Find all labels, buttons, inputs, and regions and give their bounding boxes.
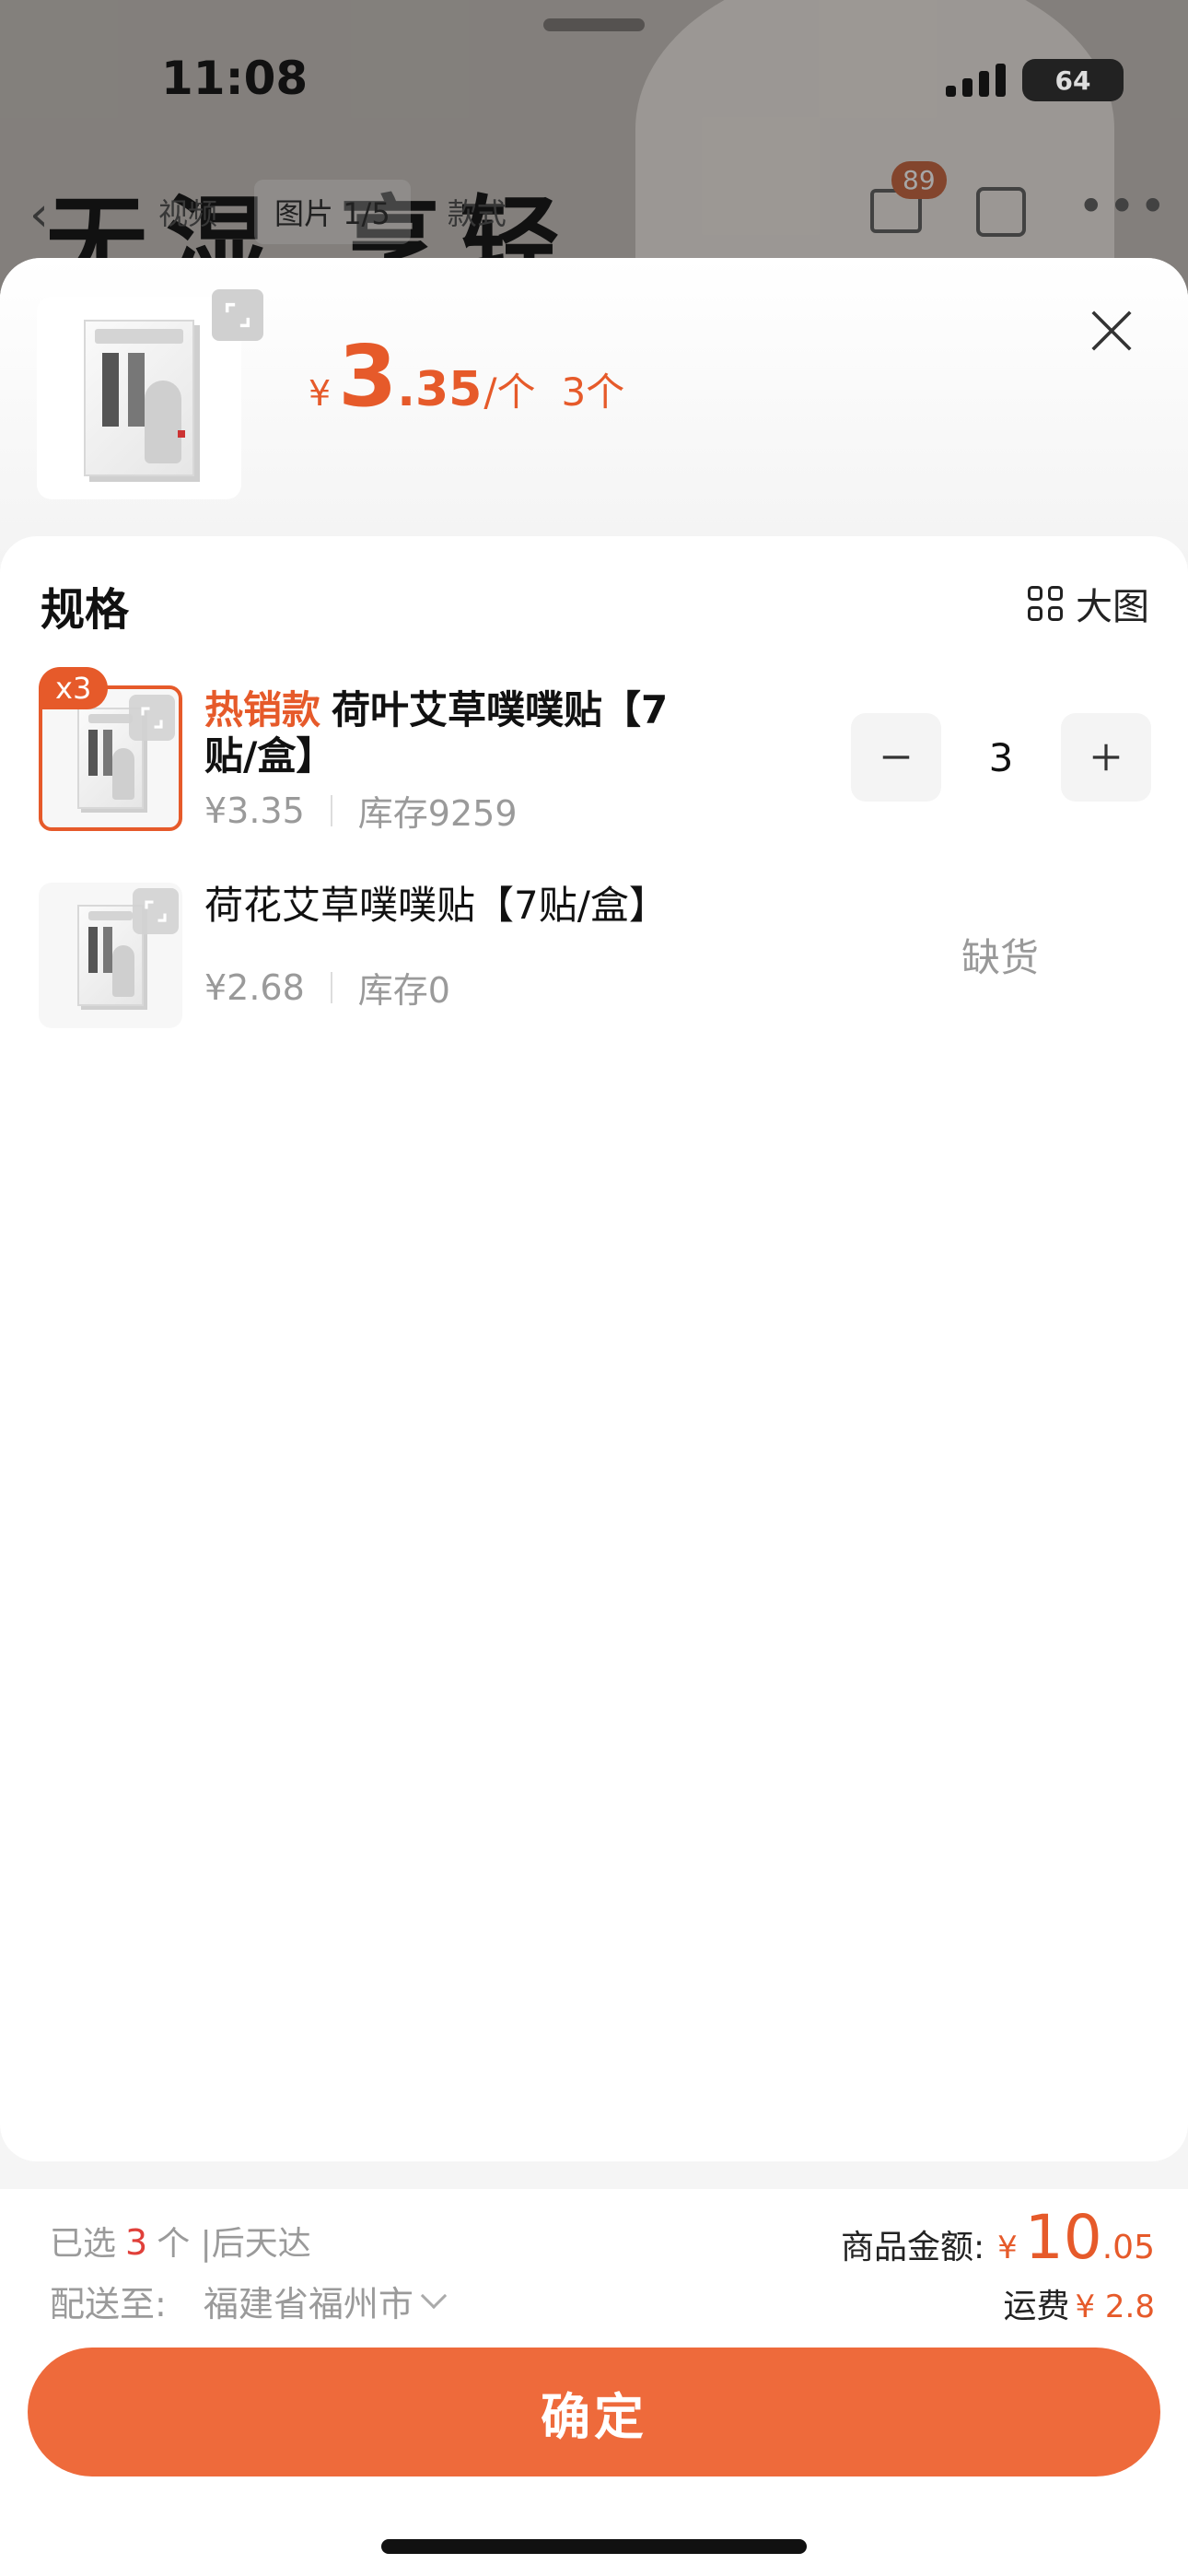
address-value: 福建省福州市 <box>203 2284 413 2324</box>
increase-button[interactable] <box>1061 713 1151 802</box>
status-icons: 64 <box>946 59 1124 101</box>
quantity-badge: x3 <box>39 667 109 709</box>
total-integer: 10 <box>1024 2202 1102 2273</box>
shipping-value: ¥ 2.8 <box>1075 2289 1155 2325</box>
product-box-image <box>84 320 194 476</box>
checkout-footer: 已选 3 个 |后天达 配送至: 福建省福州市 商品金额: ¥ 10 .05 运费 … <box>0 2189 1188 2576</box>
spec-option-lotus-flower[interactable]: 荷花艾草噗噗贴【7贴/盒】 ¥2.68 库存0 缺货 <box>37 883 1151 1030</box>
unit-price: ¥ 3 .35 /个 3个 <box>309 327 624 426</box>
option-name: 热销款 荷叶艾草噗噗贴【7贴/盒】 <box>204 687 683 779</box>
decrease-button[interactable] <box>851 713 941 802</box>
ship-to-label: 配送至: <box>50 2284 167 2324</box>
spec-option-lotus-leaf[interactable]: x3 热销款 荷叶艾草噗噗贴【7贴/盒】 ¥3.35 库存9259 3 <box>37 667 1151 836</box>
selected-product-thumbnail[interactable] <box>37 289 263 499</box>
spec-panel: 规格 大图 x3 热销款 荷叶艾草噗噗贴【7贴/盒】 ¥3.35 库存9259 … <box>0 536 1188 2161</box>
signal-icon <box>946 64 1006 97</box>
option-price: ¥2.68 <box>204 966 305 1008</box>
status-time: 11:08 <box>161 52 309 105</box>
price-decimal: .35 <box>397 362 483 417</box>
selected-summary: 已选 3 个 |后天达 <box>50 2217 311 2265</box>
option-name: 荷花艾草噗噗贴【7贴/盒】 <box>204 883 683 929</box>
price-currency: ¥ <box>309 373 332 414</box>
sheet-header: ¥ 3 .35 /个 3个 <box>0 258 1188 562</box>
expand-icon[interactable] <box>129 695 175 741</box>
price-integer: 3 <box>338 327 398 426</box>
option-name-text: 荷花艾草噗噗贴【7贴/盒】 <box>204 883 668 928</box>
address-selector[interactable]: 福建省福州市 <box>203 2276 447 2326</box>
selected-suffix: 个 |后天达 <box>157 2225 311 2263</box>
price-unit: /个 <box>483 369 536 415</box>
status-bar: 11:08 64 <box>0 0 1188 138</box>
total-amount: 商品金额: ¥ 10 .05 <box>841 2202 1155 2273</box>
plus-icon <box>1092 744 1120 771</box>
total-currency: ¥ <box>997 2230 1018 2266</box>
close-icon[interactable] <box>1087 306 1136 356</box>
chevron-down-icon <box>420 2282 447 2309</box>
shipping-label: 运费 <box>1003 2288 1070 2325</box>
option-stock: 库存0 <box>357 970 450 1011</box>
confirm-button[interactable]: 确定 <box>28 2348 1160 2476</box>
battery-icon: 64 <box>1022 59 1124 101</box>
out-of-stock-label: 缺货 <box>961 935 1040 980</box>
big-image-button[interactable]: 大图 <box>1028 577 1149 630</box>
option-meta: ¥3.35 库存9259 <box>204 785 518 836</box>
shipping-fee: 运费 ¥ 2.8 <box>1003 2279 1155 2327</box>
quantity-stepper: 3 <box>851 713 1151 802</box>
total-decimal: .05 <box>1101 2229 1155 2266</box>
option-price: ¥3.35 <box>204 790 305 831</box>
selected-count: 3 <box>125 2222 148 2263</box>
total-label: 商品金额: <box>840 2229 985 2266</box>
big-image-label: 大图 <box>1076 586 1149 628</box>
grid-icon <box>1028 586 1063 621</box>
quantity-value[interactable]: 3 <box>941 735 1061 780</box>
minus-icon <box>882 755 910 759</box>
selected-quantity: 3个 <box>561 369 625 415</box>
home-indicator <box>381 2539 807 2554</box>
spec-title: 规格 <box>41 584 130 636</box>
option-thumbnail[interactable] <box>39 883 182 1028</box>
expand-icon[interactable] <box>212 289 263 341</box>
expand-icon[interactable] <box>133 888 179 934</box>
meta-divider <box>330 794 332 826</box>
option-stock: 库存9259 <box>357 793 518 834</box>
option-meta: ¥2.68 库存0 <box>204 962 450 1013</box>
hot-sale-tag: 热销款 <box>204 687 321 732</box>
selected-prefix: 已选 <box>50 2225 117 2263</box>
meta-divider <box>330 971 332 1003</box>
delivery-address[interactable]: 配送至: 福建省福州市 <box>50 2276 447 2326</box>
